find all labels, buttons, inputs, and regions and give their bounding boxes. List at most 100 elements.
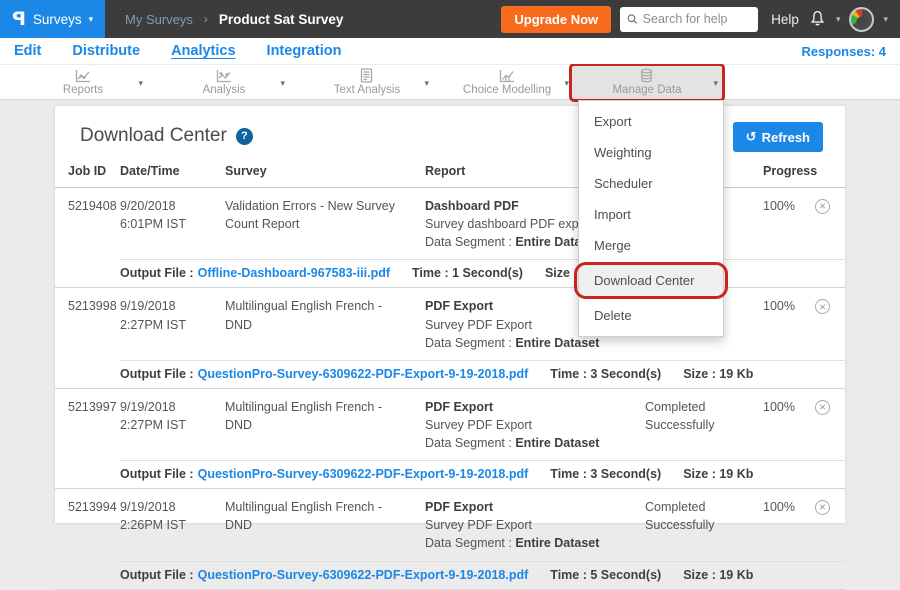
date-time: 9/19/2018 2:27PM IST (120, 398, 225, 452)
size-label: Size : (683, 467, 716, 481)
table-row: 5213994 9/19/2018 2:26PM IST Multilingua… (55, 489, 845, 589)
col-header-actions (815, 164, 843, 178)
search-input[interactable] (643, 12, 752, 26)
data-segment-label: Data Segment : (425, 436, 512, 450)
refresh-button[interactable]: ↺ Refresh (733, 122, 823, 152)
table-row: 5213997 9/19/2018 2:27PM IST Multilingua… (55, 389, 845, 489)
report-desc: Survey dashboard PDF export (425, 217, 593, 231)
report-cell: PDF Export Survey PDF Export Data Segmen… (425, 398, 645, 452)
download-center-header: Download Center ? ↺ Refresh (55, 106, 845, 158)
output-file-row: Output File : QuestionPro-Survey-6309622-… (120, 360, 845, 388)
table-header-row: Job ID Date/Time Survey Report Progress (55, 158, 845, 188)
size-label: Size : (683, 367, 716, 381)
size-label: Size : (545, 266, 578, 280)
output-file-label: Output File : (120, 467, 194, 481)
output-file-label: Output File : (120, 266, 194, 280)
size-label: Size : (683, 568, 716, 582)
tab-integration[interactable]: Integration (267, 43, 342, 59)
output-file-link[interactable]: QuestionPro-Survey-6309622-PDF-Export-9-… (198, 568, 529, 582)
menu-item-import[interactable]: Import (579, 199, 723, 230)
col-header-job-id: Job ID (68, 164, 120, 178)
toolbar-item-manage-data[interactable]: Manage Data ▾ (571, 65, 723, 100)
menu-item-delete[interactable]: Delete (579, 300, 723, 331)
cancel-job-icon[interactable]: ✕ (815, 199, 830, 214)
output-file-label: Output File : (120, 568, 194, 582)
chevron-down-icon[interactable]: ▾ (836, 14, 841, 25)
table-row: 5213998 9/19/2018 2:27PM IST Multilingua… (55, 288, 845, 388)
report-name: PDF Export (425, 400, 493, 414)
cancel-job-icon[interactable]: ✕ (815, 500, 830, 515)
time-value: 3 Second(s) (590, 367, 661, 381)
size-value: 19 Kb (719, 367, 753, 381)
chevron-down-icon[interactable]: ▾ (713, 78, 718, 89)
size-value: 19 Kb (719, 568, 753, 582)
progress-value: 100% (763, 197, 815, 251)
output-file-label: Output File : (120, 367, 194, 381)
progress-value: 100% (763, 498, 815, 552)
menu-item-weighting[interactable]: Weighting (579, 137, 723, 168)
help-question-icon[interactable]: ? (236, 128, 253, 145)
survey-name: Multilingual English French - DND (225, 297, 425, 351)
breadcrumb-my-surveys[interactable]: My Surveys (125, 12, 193, 27)
upgrade-now-button[interactable]: Upgrade Now (501, 6, 611, 33)
toolbar-item-label: Text Analysis (334, 85, 400, 97)
toolbar-item-label: Choice Modelling (463, 85, 551, 97)
document-icon (360, 68, 373, 83)
help-search-box[interactable] (620, 7, 758, 32)
progress-value: 100% (763, 398, 815, 452)
chevron-down-icon[interactable]: ▾ (424, 78, 429, 89)
line-chart-icon (75, 69, 91, 83)
responses-count: Responses: 4 (801, 44, 900, 59)
refresh-icon: ↺ (746, 129, 757, 145)
col-header-progress: Progress (763, 164, 815, 178)
help-link[interactable]: Help (771, 12, 799, 27)
table-row: 5219408 9/20/2018 6:01PM IST Validation … (55, 188, 845, 288)
report-name: PDF Export (425, 500, 493, 514)
surveys-product-menu[interactable]: P Surveys ▾ (0, 0, 105, 38)
toolbar-item-label: Manage Data (612, 85, 681, 97)
chevron-down-icon[interactable]: ▾ (280, 78, 285, 89)
breadcrumb-separator: › (204, 12, 208, 26)
cancel-job-icon[interactable]: ✕ (815, 400, 830, 415)
chevron-down-icon[interactable]: ▾ (138, 78, 143, 89)
toolbar-item-label: Analysis (203, 85, 246, 97)
toolbar-item-analysis[interactable]: Analysis ▾ (158, 65, 290, 100)
menu-item-scheduler[interactable]: Scheduler (579, 168, 723, 199)
status: Completed Successfully (645, 498, 763, 552)
questionpro-logo: P (12, 8, 26, 30)
time-value: 1 Second(s) (452, 266, 523, 280)
report-name: Dashboard PDF (425, 199, 519, 213)
menu-item-export[interactable]: Export (579, 106, 723, 137)
toolbar-item-text-analysis[interactable]: Text Analysis ▾ (300, 65, 434, 100)
output-file-link[interactable]: QuestionPro-Survey-6309622-PDF-Export-9-… (198, 367, 529, 381)
col-header-survey: Survey (225, 164, 425, 178)
data-segment-label: Data Segment : (425, 336, 512, 350)
output-file-row: Output File : Offline-Dashboard-967583-ii… (120, 259, 845, 287)
notifications-bell-icon[interactable] (808, 9, 827, 29)
avatar[interactable] (849, 7, 874, 32)
report-desc: Survey PDF Export (425, 418, 532, 432)
time-value: 3 Second(s) (590, 467, 661, 481)
time-label: Time : (550, 568, 587, 582)
chevron-down-icon[interactable]: ▾ (564, 78, 569, 89)
time-label: Time : (550, 367, 587, 381)
menu-item-merge[interactable]: Merge (579, 230, 723, 261)
page-title: Download Center (80, 125, 227, 147)
surveys-menu-label: Surveys (33, 12, 82, 27)
data-segment-value: Entire Dataset (515, 536, 599, 550)
report-desc: Survey PDF Export (425, 318, 532, 332)
output-file-link[interactable]: QuestionPro-Survey-6309622-PDF-Export-9-… (198, 467, 529, 481)
tab-edit[interactable]: Edit (14, 43, 41, 59)
chevron-down-icon[interactable]: ▾ (883, 14, 888, 25)
search-icon (627, 13, 638, 25)
toolbar-item-choice-modelling[interactable]: Choice Modelling ▾ (440, 65, 574, 100)
cancel-job-icon[interactable]: ✕ (815, 299, 830, 314)
survey-name: Multilingual English French - DND (225, 498, 425, 552)
menu-item-download-center[interactable]: Download Center (579, 265, 723, 296)
trend-chart-icon (216, 69, 232, 83)
tab-distribute[interactable]: Distribute (72, 43, 140, 59)
survey-name: Multilingual English French - DND (225, 398, 425, 452)
toolbar-item-reports[interactable]: Reports ▾ (18, 65, 148, 100)
output-file-link[interactable]: Offline-Dashboard-967583-iii.pdf (198, 266, 390, 280)
tab-analytics[interactable]: Analytics (171, 43, 235, 59)
